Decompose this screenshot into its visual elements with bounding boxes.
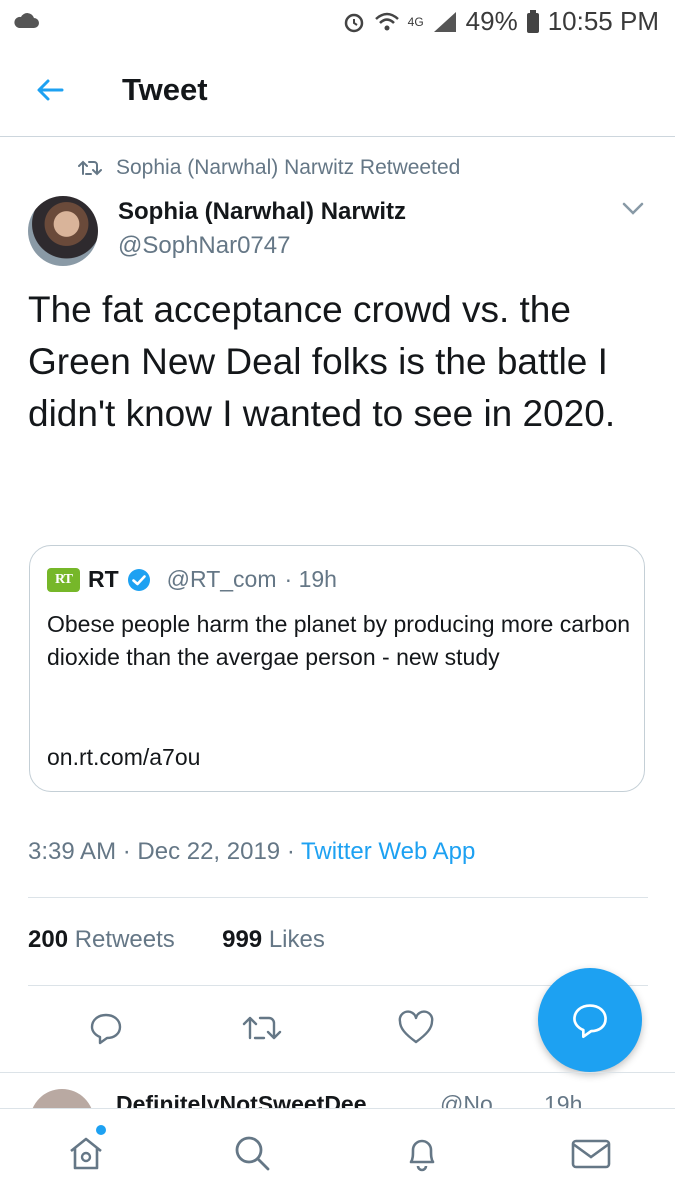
tweet-timestamp: 3:39 AM · Dec 22, 2019 ·	[28, 838, 302, 865]
status-bar: 4G 49% 10:55 PM	[0, 0, 675, 46]
network-type: 4G	[407, 14, 424, 29]
retweet-context-label: Sophia (Narwhal) Narwitz Retweeted	[116, 156, 461, 179]
reply-time: 19h	[544, 1091, 583, 1109]
reply-avatar[interactable]	[30, 1089, 94, 1109]
author-avatar[interactable]	[28, 196, 98, 266]
quoted-author-name: RT	[88, 566, 119, 592]
mail-icon[interactable]	[569, 1133, 613, 1173]
compose-reply-icon	[573, 1004, 607, 1038]
tweet-stats: 200 Retweets 999 Likes	[28, 926, 325, 954]
likes-stat[interactable]: 999 Likes	[222, 926, 325, 953]
rt-logo: RT	[47, 567, 80, 592]
tweet-meta: 3:39 AM · Dec 22, 2019 · Twitter Web App	[28, 838, 475, 866]
bottom-navigation	[0, 1108, 675, 1201]
reply-icon[interactable]	[88, 1010, 124, 1046]
search-icon[interactable]	[232, 1133, 272, 1173]
verified-badge-icon	[127, 568, 150, 591]
author-handle[interactable]: @SophNar0747	[118, 232, 290, 260]
page-title: Tweet	[122, 72, 208, 107]
retweets-label: Retweets	[74, 926, 175, 953]
clock: 10:55 PM	[547, 6, 659, 36]
signal-icon	[433, 11, 456, 32]
compose-reply-button[interactable]	[538, 968, 642, 1072]
cloud-icon	[14, 13, 39, 28]
arrow-left-icon[interactable]	[34, 74, 66, 106]
quoted-tweet[interactable]: RT RT @RT_com · 19h Obese people harm th…	[29, 545, 645, 792]
reply-item[interactable]: DefinitelyNotSweetDee @No... 19h	[0, 1072, 675, 1109]
battery-icon	[526, 9, 539, 33]
reply-author-handle: @No...	[440, 1091, 512, 1109]
quoted-time: · 19h	[284, 566, 337, 592]
retweet-action-icon[interactable]	[242, 1010, 282, 1044]
likes-label: Likes	[268, 926, 325, 953]
app-header: Tweet	[0, 46, 675, 137]
alarm-icon	[344, 13, 363, 32]
quoted-tweet-header: RT RT @RT_com · 19h	[47, 566, 337, 593]
chevron-down-icon[interactable]	[620, 198, 646, 218]
quoted-tweet-text: Obese people harm the planet by producin…	[47, 611, 631, 670]
bell-icon[interactable]	[402, 1133, 442, 1173]
tweet-text: The fat acceptance crowd vs. the Green N…	[28, 289, 616, 434]
retweets-count: 200	[28, 926, 69, 953]
quoted-tweet-link[interactable]: on.rt.com/a7ou	[47, 744, 200, 771]
retweet-context: Sophia (Narwhal) Narwitz Retweeted	[78, 156, 460, 180]
tweet-source-link[interactable]: Twitter Web App	[301, 838, 475, 865]
reply-author-name: DefinitelyNotSweetDee	[116, 1091, 367, 1109]
author-name[interactable]: Sophia (Narwhal) Narwitz	[118, 198, 406, 226]
quoted-author-handle: @RT_com	[166, 566, 277, 592]
wifi-icon	[374, 12, 399, 30]
heart-icon[interactable]	[397, 1010, 435, 1046]
retweets-stat[interactable]: 200 Retweets	[28, 926, 175, 953]
home-icon[interactable]	[66, 1133, 106, 1173]
likes-count: 999	[222, 926, 263, 953]
retweet-icon	[78, 160, 102, 176]
battery-percent: 49%	[465, 6, 518, 36]
divider	[28, 897, 648, 898]
